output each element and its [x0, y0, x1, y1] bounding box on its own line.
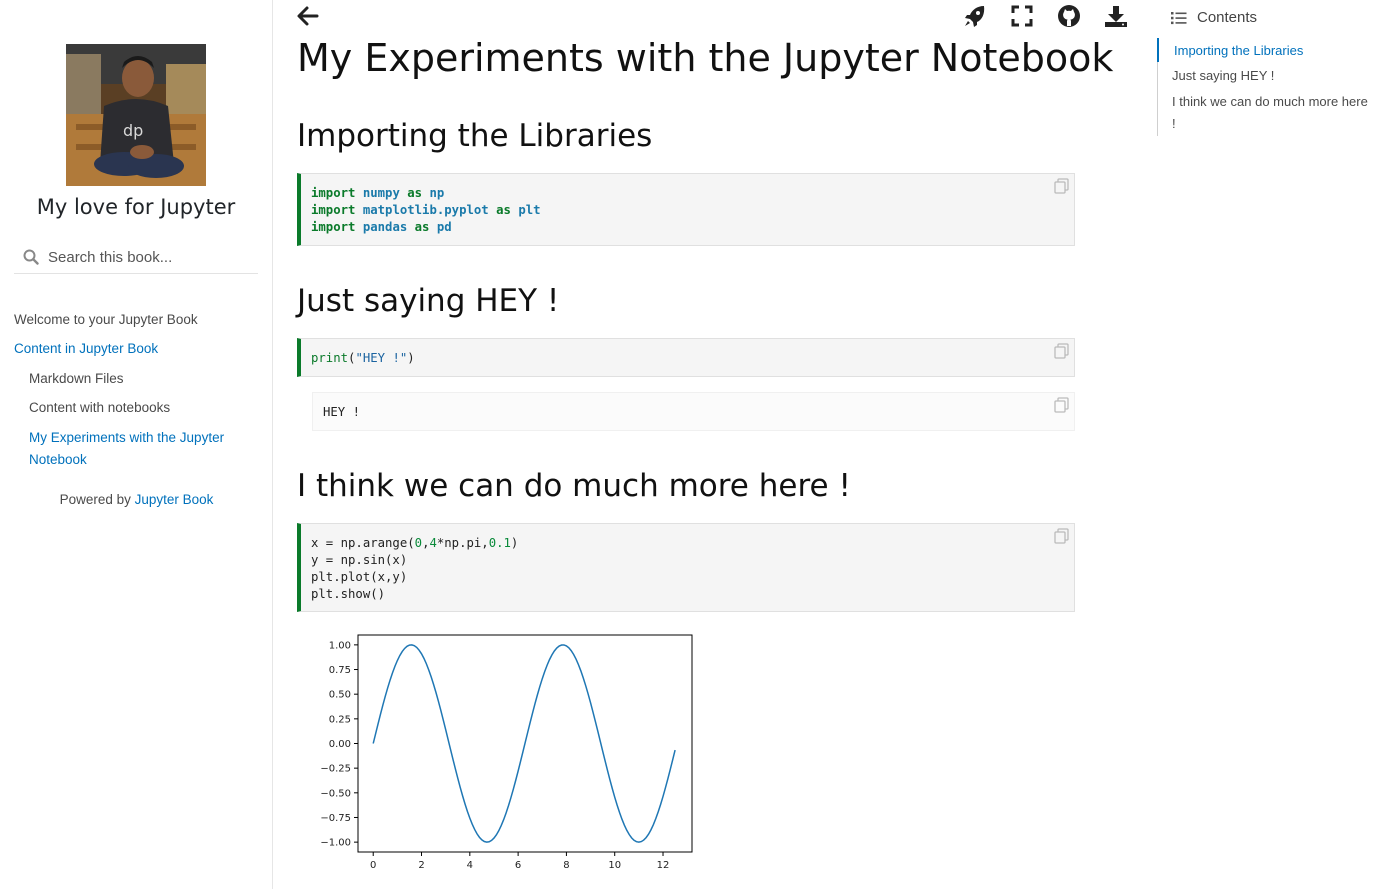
y-tick-label: 0.75 [329, 665, 351, 676]
output-cell-hey: HEY ! [312, 392, 1075, 431]
table-of-contents: Contents Importing the Libraries Just sa… [1157, 0, 1385, 140]
back-arrow-icon[interactable] [295, 3, 321, 29]
copy-icon[interactable] [1053, 342, 1071, 360]
book-title: My love for Jupyter [36, 195, 236, 219]
toc-title: Contents [1197, 9, 1258, 26]
y-tick-label: 0.25 [329, 714, 351, 725]
section-heading-much-more: I think we can do much more here ! [297, 468, 851, 504]
y-tick-label: 1.00 [329, 640, 351, 651]
copy-icon[interactable] [1053, 177, 1071, 195]
search-box[interactable] [14, 243, 258, 274]
rocket-icon[interactable] [962, 3, 988, 29]
y-tick-label: 0.50 [329, 690, 351, 701]
x-tick-label: 4 [467, 860, 473, 871]
code-imports: import numpy as np import matplotlib.pyp… [311, 186, 541, 234]
code-cell-print[interactable]: print("HEY !") [297, 338, 1075, 377]
y-tick-label: −0.50 [320, 788, 351, 799]
list-icon [1171, 12, 1187, 25]
toc-item-importing[interactable]: Importing the Libraries [1174, 40, 1379, 62]
search-icon [23, 249, 39, 265]
copy-icon[interactable] [1053, 527, 1071, 545]
y-tick-label: −1.00 [320, 838, 351, 849]
toc-item-much-more[interactable]: I think we can do much more here ! [1172, 91, 1372, 135]
toc-item-hey[interactable]: Just saying HEY ! [1172, 65, 1377, 87]
nav-item-content-with-notebooks[interactable]: Content with notebooks [29, 397, 170, 419]
x-tick-label: 2 [418, 860, 424, 871]
book-logo-photo[interactable]: dp [66, 44, 206, 186]
powered-by-text: Powered by [59, 492, 131, 507]
section-heading-importing: Importing the Libraries [297, 118, 653, 154]
code-cell-imports[interactable]: import numpy as np import matplotlib.pyp… [297, 173, 1075, 246]
github-icon[interactable] [1056, 3, 1082, 29]
output-text: HEY ! [323, 405, 361, 419]
x-tick-label: 0 [370, 860, 376, 871]
nav-item-content-in-jupyter-book[interactable]: Content in Jupyter Book [14, 338, 158, 360]
nav-item-markdown-files[interactable]: Markdown Files [29, 368, 124, 390]
nav-item-welcome[interactable]: Welcome to your Jupyter Book [14, 309, 198, 331]
toc-active-indicator [1157, 38, 1159, 62]
left-sidebar: dp My love for Jupyter Welcome to your J… [0, 0, 273, 889]
svg-text:dp: dp [123, 121, 143, 140]
y-tick-label: 0.00 [329, 739, 351, 750]
x-tick-label: 6 [515, 860, 521, 871]
powered-by: Powered by Jupyter Book [0, 492, 273, 507]
y-tick-label: −0.75 [320, 813, 351, 824]
search-input[interactable] [48, 245, 253, 269]
code-plot: x = np.arange(0,4*np.pi,0.1) y = np.sin(… [311, 536, 519, 601]
jupyter-book-link[interactable]: Jupyter Book [135, 492, 214, 507]
x-tick-label: 12 [657, 860, 670, 871]
code-print: print("HEY !") [311, 351, 415, 365]
download-icon[interactable] [1103, 3, 1129, 29]
copy-icon[interactable] [1053, 396, 1071, 414]
nav-item-my-experiments[interactable]: My Experiments with the Jupyter Notebook [29, 427, 244, 471]
sine-chart: 0 2 4 6 8 10 12 1.00 0.75 0.50 0.25 0.00 −0.25 −0.50 −… [320, 634, 693, 871]
section-heading-hey: Just saying HEY ! [297, 283, 560, 319]
y-tick-label: −0.25 [320, 764, 351, 775]
code-cell-plot[interactable]: x = np.arange(0,4*np.pi,0.1) y = np.sin(… [297, 523, 1075, 612]
fullscreen-icon[interactable] [1009, 3, 1035, 29]
page-title: My Experiments with the Jupyter Notebook [297, 36, 1114, 80]
x-tick-label: 10 [608, 860, 621, 871]
x-tick-label: 8 [563, 860, 569, 871]
